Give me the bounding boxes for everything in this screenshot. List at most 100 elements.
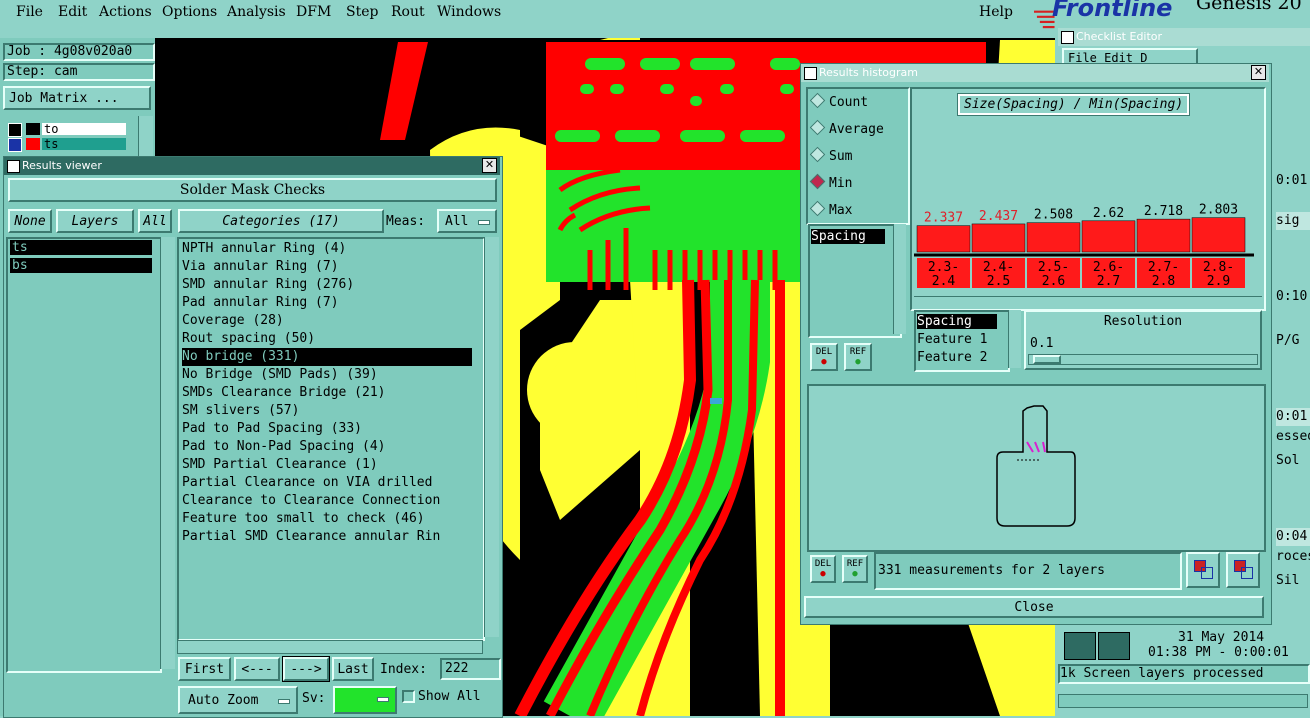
categories-hscrollbar[interactable] [177,640,483,654]
mode-radio[interactable]: Max [809,200,852,218]
categories-button[interactable]: Categories (17) [178,209,384,233]
checklist-row-label[interactable]: 0:01 [1276,408,1310,426]
run-all-icon[interactable] [1098,632,1130,660]
category-item[interactable]: SMD Partial Clearance (1) [182,456,378,474]
category-item[interactable]: NPTH annular Ring (4) [182,240,346,258]
first-button[interactable]: First [178,657,231,681]
resolution-slider[interactable] [1028,354,1258,365]
histogram-bar[interactable] [1081,220,1136,253]
next-button[interactable]: ---> [282,656,330,682]
close-icon[interactable]: ✕ [482,158,497,173]
mode-radio[interactable]: Average [809,119,884,137]
field-item[interactable]: Feature 1 [917,332,987,347]
checklist-row-label[interactable]: essed [1276,428,1310,446]
import-icon[interactable] [1226,552,1260,588]
ref-button[interactable]: REF ● [842,555,868,583]
category-item[interactable]: SMDs Clearance Bridge (21) [182,384,386,402]
menu-edit[interactable]: Edit [58,4,87,20]
category-item[interactable]: SMD annular Ring (276) [182,276,354,294]
menu-analysis[interactable]: Analysis [227,4,286,20]
all-button[interactable]: All [138,209,172,233]
checklist-row-label[interactable]: P/G [1276,332,1310,350]
mode-radio[interactable]: Count [809,92,868,110]
histogram-bar[interactable] [1136,218,1191,253]
window-menu-icon[interactable] [804,67,817,80]
histogram-list-item[interactable]: Spacing [811,229,885,244]
field-list-scrollbar[interactable] [1008,310,1021,368]
histogram-list-scrollbar[interactable] [893,224,906,334]
checklist-row-label[interactable]: 0:01 [1276,172,1310,190]
checklist-titlebar[interactable]: Checklist Editor [1058,28,1310,46]
del-label: DEL [815,347,833,357]
index-input[interactable]: 222 [440,658,501,680]
histogram-bar[interactable] [1191,217,1246,253]
menu-help[interactable]: Help [979,4,1013,20]
checklist-row-label[interactable]: 0:04 [1276,528,1310,546]
menu-dfm[interactable]: DFM [296,4,331,20]
window-menu-icon[interactable] [7,160,20,173]
show-all-checkbox[interactable] [402,690,415,703]
checklist-row-label[interactable]: 0:10 [1276,288,1310,306]
checklist-row-label[interactable]: Sol [1276,452,1310,470]
checklist-row-label[interactable]: sig [1276,212,1310,230]
ref-label: REF [849,347,867,357]
menu-step[interactable]: Step [346,4,378,20]
histogram-bar[interactable] [1026,222,1081,253]
last-button[interactable]: Last [332,657,374,681]
category-item[interactable]: Partial SMD Clearance annular Rin [182,528,440,546]
category-item[interactable]: Pad to Pad Spacing (33) [182,420,362,438]
menu-windows[interactable]: Windows [437,4,501,20]
category-item[interactable]: SM slivers (57) [182,402,299,420]
menu-options[interactable]: Options [162,4,217,20]
histogram-plot[interactable]: 2.337 2.3-2.4 2.437 2.4-2.5 2.508 2.5-2.6 2.62… [914,190,1254,290]
ref-button[interactable]: REF ● [844,343,872,371]
histogram-titlebar[interactable]: Results histogram ✕ [801,64,1269,82]
checklist-row-label[interactable]: roces [1276,548,1310,566]
layer-row-to[interactable]: to [8,123,132,137]
menu-rout[interactable]: Rout [391,4,425,20]
category-item[interactable]: Via annular Ring (7) [182,258,339,276]
layer-row-ts[interactable]: ts [8,138,132,152]
category-item[interactable]: Partial Clearance on VIA drilled [182,474,432,492]
histogram-bar[interactable] [916,225,971,253]
results-viewer-titlebar[interactable]: Results viewer ✕ [4,157,500,175]
slider-handle[interactable] [1033,355,1061,364]
layer-list-scrollbar[interactable] [138,116,153,156]
category-item[interactable]: Pad to Non-Pad Spacing (4) [182,438,386,456]
close-button[interactable]: Close [804,596,1264,618]
results-layer-item[interactable]: ts [10,240,152,255]
menu-file[interactable]: File [16,4,43,20]
prev-button[interactable]: <--- [234,657,280,681]
category-item[interactable]: Feature too small to check (46) [182,510,425,528]
export-icon[interactable] [1186,552,1220,588]
auto-zoom-dropdown[interactable]: Auto Zoom [178,686,298,714]
mode-radio[interactable]: Min [809,173,852,191]
del-button[interactable]: DEL ● [810,555,836,583]
histogram-bar[interactable] [971,223,1026,253]
category-item[interactable]: Pad annular Ring (7) [182,294,339,312]
chart-hscrollbar[interactable] [914,296,1262,307]
category-item[interactable]: Coverage (28) [182,312,284,330]
field-item[interactable]: Feature 2 [917,350,987,365]
menu-actions[interactable]: Actions [99,4,152,20]
category-item[interactable]: No bridge (331) [182,348,472,366]
categories-vscrollbar[interactable] [484,237,499,637]
layer-list-scrollbar[interactable] [160,237,175,669]
run-icon[interactable] [1064,632,1096,660]
sv-color-dropdown[interactable] [333,686,397,714]
layers-button[interactable]: Layers [56,209,134,233]
category-item[interactable]: Clearance to Clearance Connection [182,492,440,510]
field-item[interactable]: Spacing [917,314,997,329]
category-item[interactable]: No Bridge (SMD Pads) (39) [182,366,378,384]
del-button[interactable]: DEL ● [810,343,838,371]
checklist-row-label[interactable]: Sil [1276,572,1310,590]
job-matrix-button[interactable]: Job Matrix ... [3,86,151,110]
window-menu-icon[interactable] [1061,31,1074,44]
mode-radio[interactable]: Sum [809,146,852,164]
close-icon[interactable]: ✕ [1251,65,1266,80]
results-layer-item[interactable]: bs [10,258,152,273]
category-item[interactable]: Rout spacing (50) [182,330,315,348]
none-button[interactable]: None [8,209,52,233]
meas-dropdown[interactable]: All [437,209,497,233]
checklist-hscrollbar[interactable] [1058,694,1308,708]
